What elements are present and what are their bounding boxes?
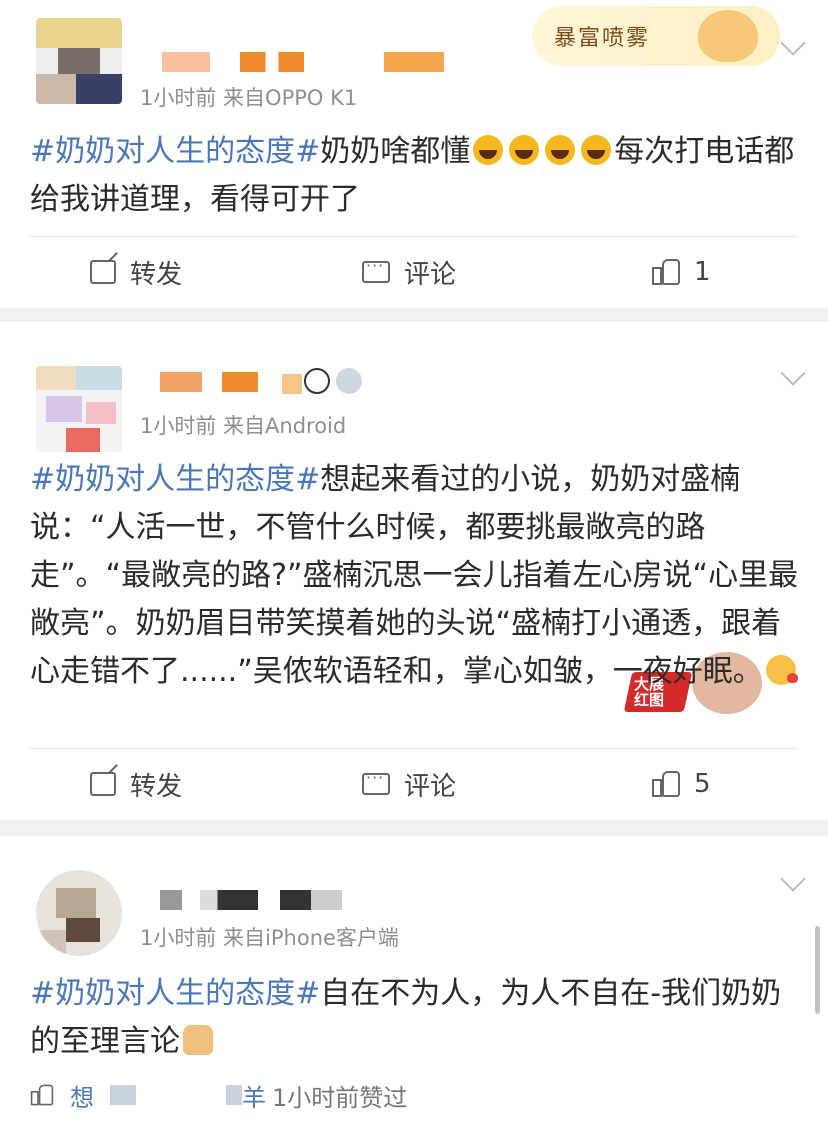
comment-button[interactable]: 评论 bbox=[362, 749, 456, 819]
weibo-post: 1小时前 来自OPPO K1 暴富喷雾 #奶奶对人生的态度#奶奶啥都懂 每次打电话… bbox=[0, 0, 828, 308]
comment-button[interactable]: 评论 bbox=[362, 237, 456, 307]
blowing-kiss-icon bbox=[765, 655, 798, 685]
like-icon bbox=[30, 1084, 54, 1106]
grin-icon bbox=[581, 135, 612, 165]
username-blurred[interactable] bbox=[160, 890, 182, 910]
like-count: 1 bbox=[694, 257, 711, 287]
username-blurred[interactable] bbox=[240, 52, 304, 72]
comment-label: 评论 bbox=[404, 259, 457, 290]
sticker-label: 暴富喷雾 bbox=[554, 26, 651, 51]
post-body: #奶奶对人生的态度#想起来看过的小说，奶奶对盛楠说：“人活一世，不管什么时候，都… bbox=[30, 456, 800, 696]
liker-name-end[interactable]: 羊 bbox=[242, 1078, 266, 1113]
liked-time: 1小时前赞过 bbox=[272, 1083, 408, 1112]
avatar[interactable] bbox=[36, 870, 122, 956]
action-bar: 转发 评论 5 bbox=[0, 749, 828, 819]
like-button[interactable]: 1 bbox=[652, 237, 711, 307]
comment-icon bbox=[362, 768, 390, 795]
username-blurred[interactable] bbox=[162, 52, 210, 72]
chevron-down-icon[interactable] bbox=[780, 30, 806, 56]
post-meta: 1小时前 来自iPhone客户端 bbox=[140, 926, 399, 950]
comment-label: 评论 bbox=[404, 771, 457, 802]
repost-button[interactable]: 转发 bbox=[90, 237, 182, 307]
username-blurred bbox=[110, 1085, 136, 1105]
like-icon bbox=[652, 771, 680, 797]
scrollbar[interactable] bbox=[815, 926, 820, 1014]
avatar[interactable] bbox=[36, 18, 122, 104]
post-meta: 1小时前 来自Android bbox=[140, 414, 347, 438]
medal-icon bbox=[336, 368, 362, 394]
post-text: 奶奶啥都懂 bbox=[320, 134, 471, 169]
grin-icon bbox=[473, 135, 504, 165]
username-blurred[interactable] bbox=[200, 890, 258, 910]
comment-icon bbox=[362, 256, 390, 283]
grin-icon bbox=[509, 135, 540, 165]
cat-icon bbox=[698, 10, 758, 62]
username-blurred[interactable] bbox=[160, 372, 202, 392]
repost-icon bbox=[90, 260, 116, 284]
grin-icon bbox=[545, 135, 576, 165]
repost-icon bbox=[90, 772, 116, 796]
panda-icon bbox=[304, 368, 330, 394]
chevron-down-icon[interactable] bbox=[780, 866, 806, 892]
username-blurred bbox=[226, 1085, 242, 1105]
decoration-sticker[interactable]: 暴富喷雾 bbox=[532, 6, 780, 66]
liked-by-row[interactable]: 想 羊 1小时前赞过 bbox=[28, 1078, 407, 1112]
topic-link[interactable]: #奶奶对人生的态度# bbox=[30, 462, 320, 497]
username-blurred[interactable] bbox=[280, 890, 342, 910]
like-count: 5 bbox=[694, 769, 711, 799]
username-blurred[interactable] bbox=[384, 52, 444, 72]
repost-label: 转发 bbox=[130, 259, 183, 290]
username-blurred[interactable] bbox=[282, 374, 302, 394]
avatar[interactable] bbox=[36, 366, 122, 452]
topic-link[interactable]: #奶奶对人生的态度# bbox=[30, 976, 320, 1011]
topic-link[interactable]: #奶奶对人生的态度# bbox=[30, 134, 320, 169]
chevron-down-icon[interactable] bbox=[780, 360, 806, 386]
liker-name[interactable]: 想 bbox=[70, 1078, 94, 1113]
repost-button[interactable]: 转发 bbox=[90, 749, 182, 819]
post-body: #奶奶对人生的态度#奶奶啥都懂 每次打电话都给我讲道理，看得可开了 bbox=[30, 128, 800, 224]
repost-label: 转发 bbox=[130, 771, 183, 802]
like-icon bbox=[652, 259, 680, 285]
action-bar: 转发 评论 1 bbox=[0, 237, 828, 307]
post-body: #奶奶对人生的态度#自在不为人，为人不自在-我们奶奶的至理言论 bbox=[30, 970, 800, 1066]
weibo-post: 1小时前 来自Android 大展红图 #奶奶对人生的态度#想起来看过的小说，奶… bbox=[0, 322, 828, 820]
post-meta: 1小时前 来自OPPO K1 bbox=[140, 86, 358, 110]
username-blurred[interactable] bbox=[222, 372, 258, 392]
thumbs-up-icon bbox=[183, 1025, 213, 1055]
like-button[interactable]: 5 bbox=[652, 749, 711, 819]
